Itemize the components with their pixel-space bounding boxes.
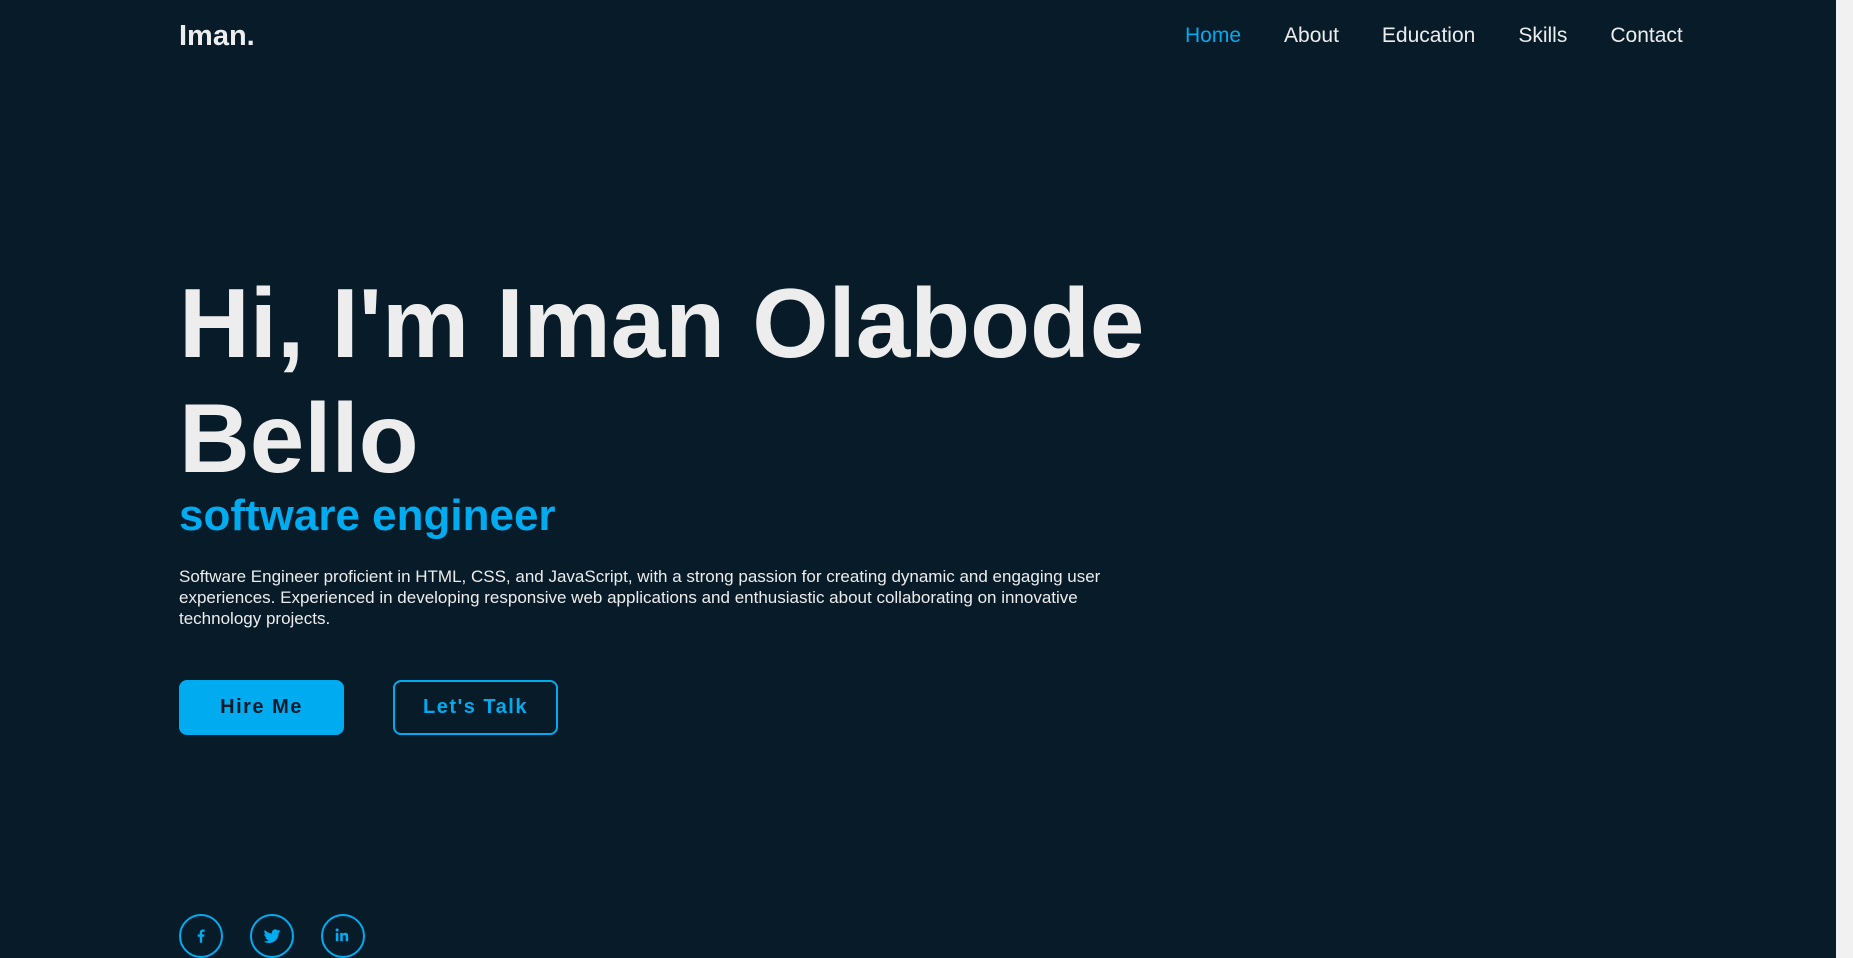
twitter-icon[interactable] [250, 914, 294, 958]
hero-section: Hi, I'm Iman Olabode Bello software engi… [179, 266, 1179, 629]
site-header: Iman. Home About Education Skills Contac… [0, 0, 1853, 72]
nav-contact[interactable]: Contact [1610, 24, 1682, 48]
lets-talk-button[interactable]: Let's Talk [393, 680, 558, 735]
page-scrollbar[interactable] [1836, 0, 1853, 958]
main-nav: Home About Education Skills Contact [1185, 24, 1683, 48]
hero-subtitle: software engineer [179, 491, 556, 540]
nav-about[interactable]: About [1284, 24, 1339, 48]
hero-buttons: Hire Me Let's Talk [179, 680, 558, 735]
nav-home[interactable]: Home [1185, 24, 1241, 48]
hire-me-button[interactable]: Hire Me [179, 680, 344, 735]
social-links [179, 914, 365, 958]
nav-skills[interactable]: Skills [1518, 24, 1567, 48]
hero-title: Hi, I'm Iman Olabode Bello [179, 268, 1145, 493]
logo[interactable]: Iman. [179, 20, 255, 52]
hero-description: Software Engineer proficient in HTML, CS… [179, 567, 1101, 628]
nav-education[interactable]: Education [1382, 24, 1475, 48]
linkedin-icon[interactable] [321, 914, 365, 958]
facebook-icon[interactable] [179, 914, 223, 958]
